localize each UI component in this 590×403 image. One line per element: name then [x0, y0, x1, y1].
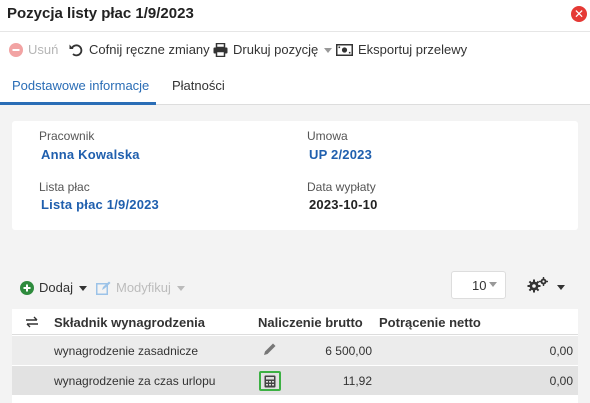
paydate-value: 2023-10-10	[309, 197, 378, 212]
cell-component: wynagrodzenie za czas urlopu	[54, 374, 216, 388]
paydate-label: Data wypłaty	[307, 180, 376, 194]
print-label: Drukuj pozycję	[233, 42, 319, 57]
cell-gross: 11,92	[342, 374, 372, 388]
delete-button[interactable]: Usuń	[9, 42, 58, 57]
banknote-icon	[336, 43, 353, 56]
export-transfers-button[interactable]: Eksportuj przelewy	[336, 42, 467, 57]
salary-components-table: Składnik wynagrodzenia Naliczenie brutto…	[12, 309, 578, 403]
header-gross[interactable]: Naliczenie brutto	[258, 315, 363, 330]
chevron-down-icon	[78, 286, 87, 291]
print-icon	[213, 42, 228, 57]
add-button[interactable]: Dodaj	[20, 280, 87, 295]
plus-circle-icon	[20, 280, 34, 295]
contract-label: Umowa	[307, 129, 348, 143]
cell-component: wynagrodzenie zasadnicze	[54, 344, 199, 358]
table-settings-button[interactable]	[527, 277, 565, 296]
chevron-down-icon	[324, 48, 333, 53]
export-label: Eksportuj przelewy	[358, 42, 468, 57]
undo-label: Cofnij ręczne zmiany	[89, 42, 210, 57]
tab-payments[interactable]: Płatności	[172, 78, 225, 93]
table-row[interactable]: wynagrodzenie za czas urlopu 11,92 0,00	[12, 366, 578, 395]
chevron-down-icon	[489, 282, 497, 287]
contract-link[interactable]: UP 2/2023	[309, 147, 372, 162]
cell-net: 0,00	[549, 344, 573, 358]
modify-label: Modyfikuj	[116, 280, 171, 295]
edit-icon	[96, 281, 111, 295]
payroll-link[interactable]: Lista płac 1/9/2023	[41, 197, 159, 212]
header-component[interactable]: Składnik wynagrodzenia	[54, 315, 205, 330]
pencil-icon[interactable]	[263, 342, 277, 359]
chevron-down-icon	[176, 286, 185, 291]
tab-bar: Podstawowe informacje Płatności	[0, 69, 590, 105]
active-tab-indicator	[0, 102, 156, 105]
minus-circle-icon	[9, 42, 23, 57]
table-header: Składnik wynagrodzenia Naliczenie brutto…	[12, 309, 578, 335]
basic-info-card: Pracownik Anna Kowalska Umowa UP 2/2023 …	[12, 121, 578, 230]
tab-basic-info[interactable]: Podstawowe informacje	[12, 78, 149, 93]
window-titlebar: Pozycja listy płac 1/9/2023 ✕	[0, 0, 590, 32]
modify-button[interactable]: Modyfikuj	[96, 280, 185, 295]
undo-changes-button[interactable]: Cofnij ręczne zmiany	[69, 42, 210, 57]
print-button[interactable]: Drukuj pozycję	[213, 42, 333, 57]
employee-link[interactable]: Anna Kowalska	[41, 147, 140, 162]
header-net[interactable]: Potrącenie netto	[379, 315, 481, 330]
cell-gross: 6 500,00	[325, 344, 372, 358]
window-title: Pozycja listy płac 1/9/2023	[7, 5, 194, 22]
employee-label: Pracownik	[39, 129, 95, 143]
chevron-down-icon	[557, 285, 565, 290]
action-toolbar: Usuń Cofnij ręczne zmiany Drukuj pozycję…	[0, 32, 590, 69]
calculator-icon[interactable]	[259, 371, 281, 391]
delete-label: Usuń	[28, 42, 59, 57]
close-icon[interactable]: ✕	[571, 6, 587, 22]
undo-icon	[69, 43, 84, 57]
sort-toggle-icon[interactable]	[25, 316, 39, 331]
page-size-value: 10	[472, 278, 487, 293]
add-label: Dodaj	[39, 280, 73, 295]
gears-icon	[527, 277, 549, 296]
cell-net: 0,00	[549, 374, 573, 388]
table-row[interactable]: wynagrodzenie zasadnicze 6 500,00 0,00	[12, 336, 578, 365]
payroll-label: Lista płac	[39, 180, 90, 194]
page-size-select[interactable]: 10	[451, 271, 506, 299]
